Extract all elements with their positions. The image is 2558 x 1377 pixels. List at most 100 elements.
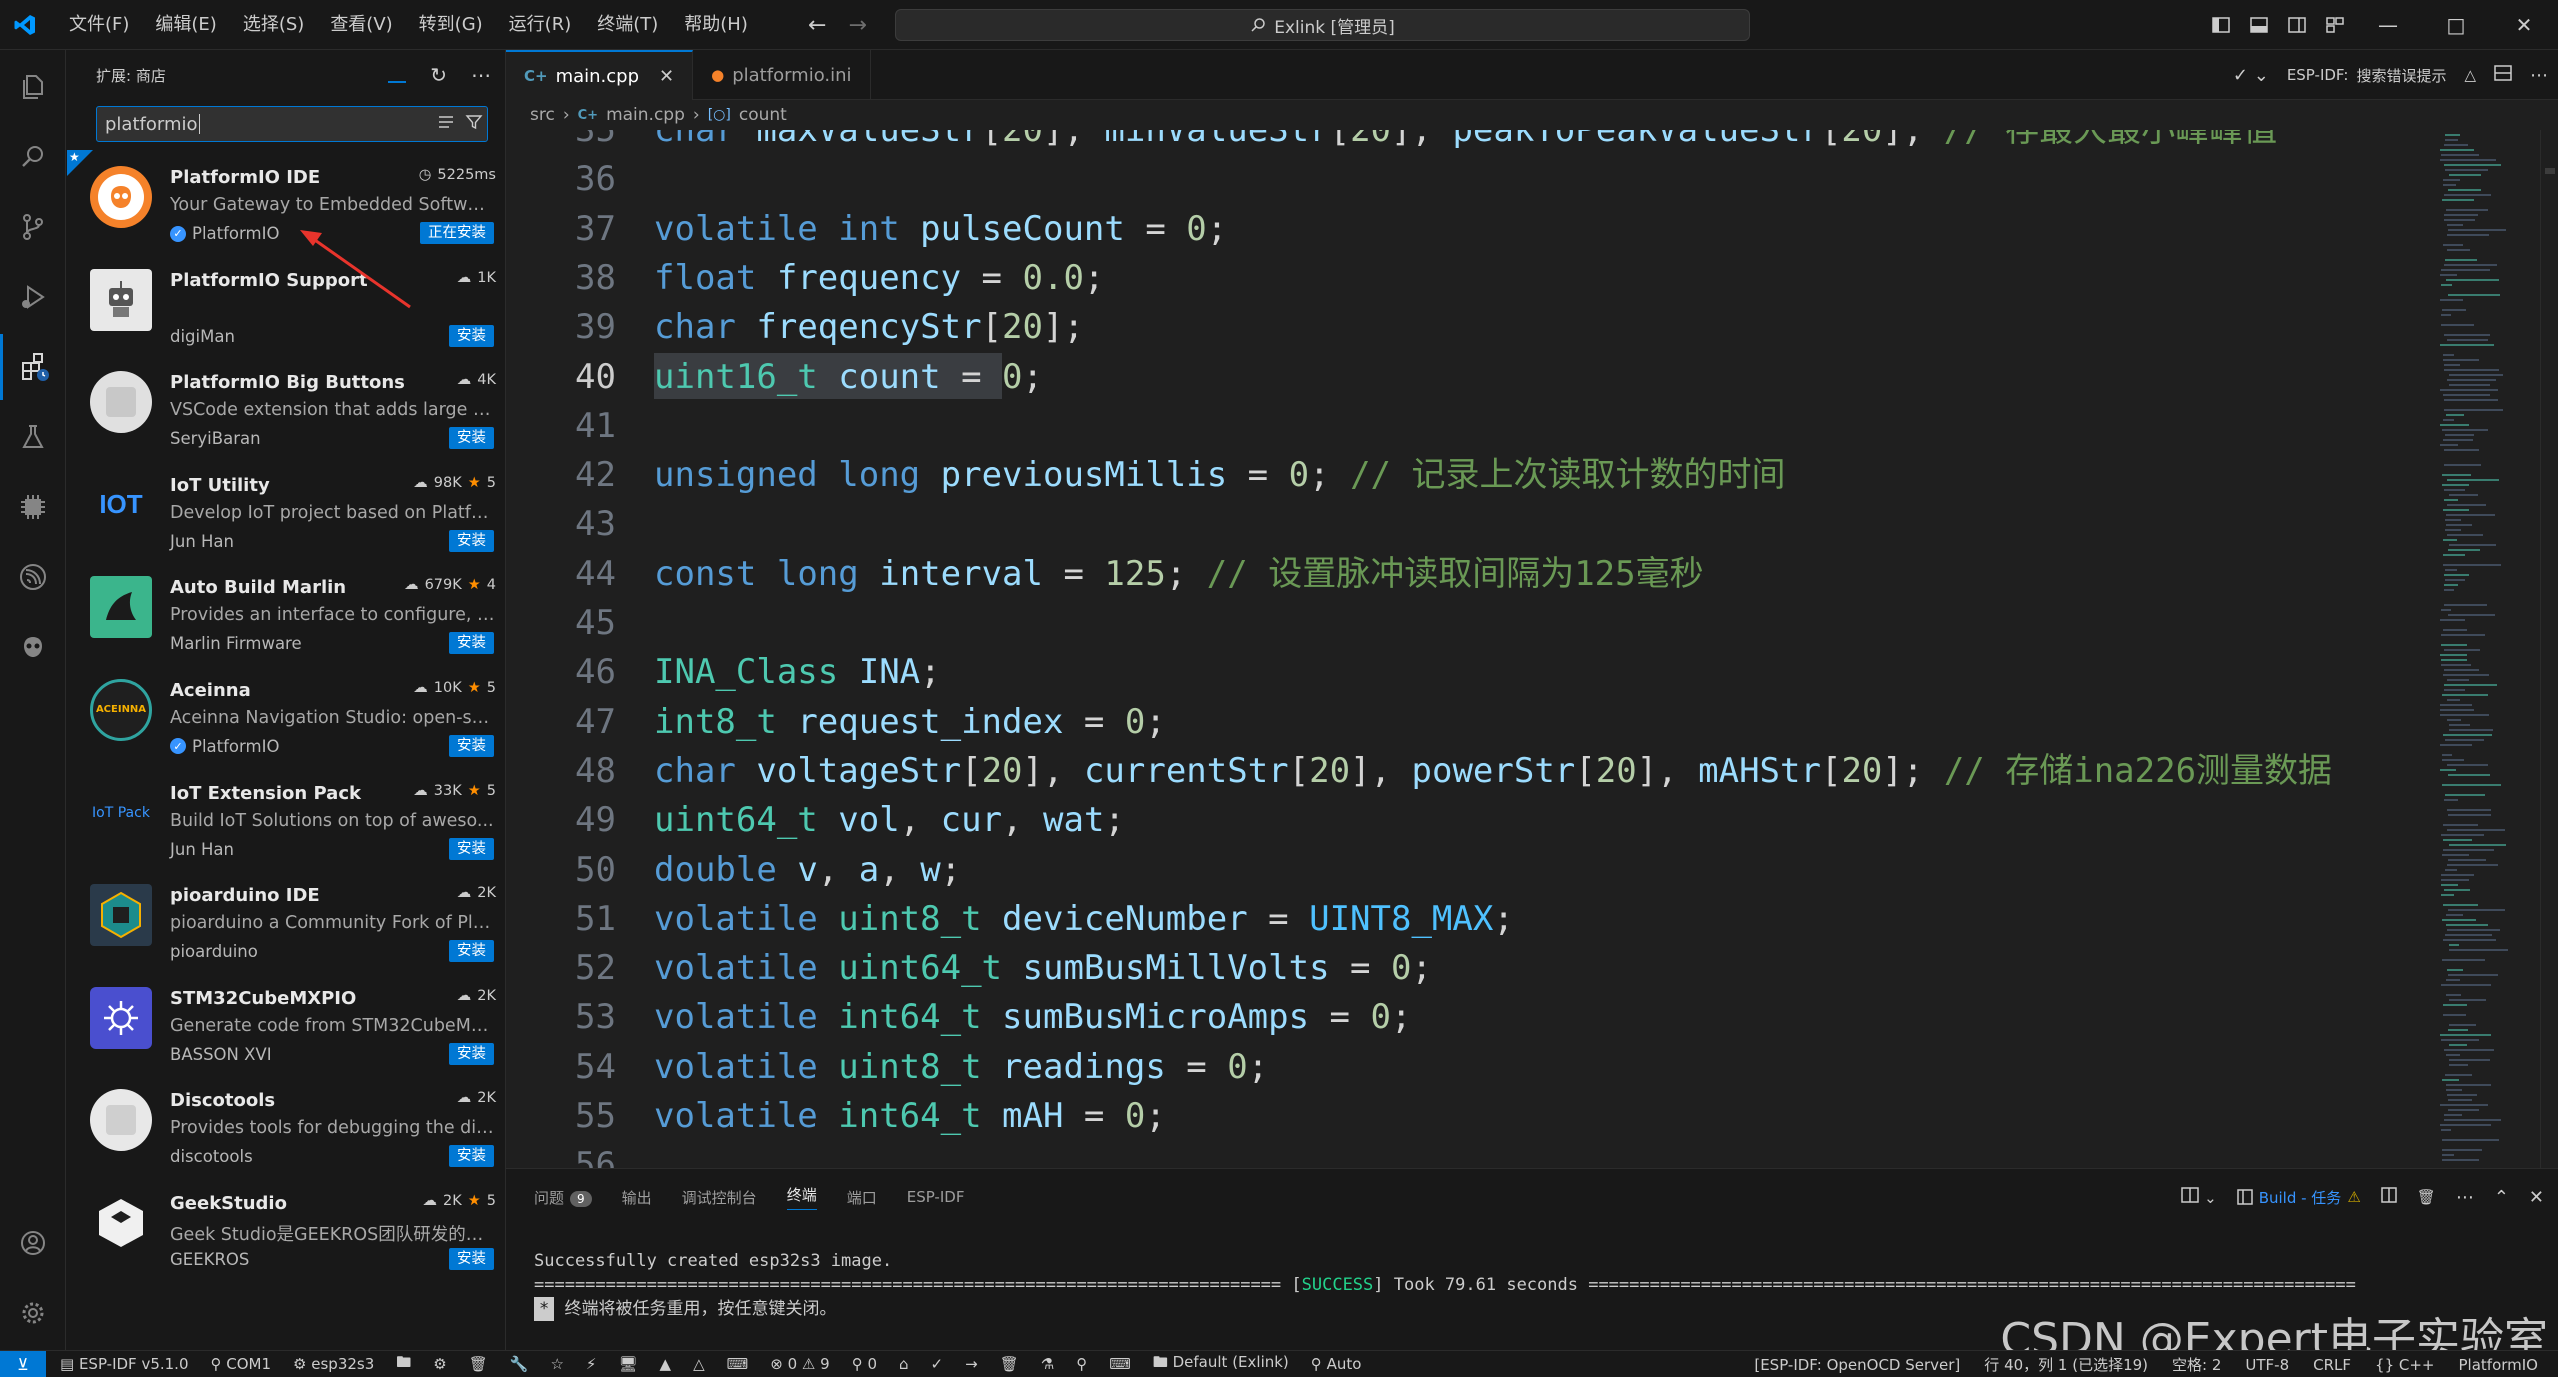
more-editor-actions-icon[interactable]: ⋯: [2530, 65, 2548, 86]
vertical-scrollbar[interactable]: [2540, 130, 2558, 1168]
code-line[interactable]: 43: [506, 500, 2436, 548]
install-button[interactable]: 安装: [449, 1145, 494, 1168]
target-chip[interactable]: ⚙ esp32s3: [293, 1355, 374, 1373]
search-view-icon[interactable]: [0, 124, 66, 190]
cursor-position[interactable]: 行 40，列 1 (已选择19): [1984, 1354, 2148, 1375]
flame-icon[interactable]: △: [693, 1355, 705, 1373]
extension-item[interactable]: pioarduino IDE pioarduino a Community For…: [66, 868, 506, 971]
platformio-alien-icon[interactable]: [0, 614, 66, 680]
code-line[interactable]: 46 INA_Class INA;: [506, 648, 2436, 696]
tab-debug-console[interactable]: 调试控制台: [682, 1187, 757, 1208]
breadcrumb-file[interactable]: main.cpp: [606, 105, 685, 125]
tab-terminal[interactable]: 终端: [786, 1184, 817, 1210]
code-line[interactable]: 44 const long interval = 125; // 设置脉冲读取间隔…: [506, 550, 2436, 598]
star-icon[interactable]: ☆: [550, 1355, 563, 1373]
extension-item[interactable]: IoT Pack IoT Extension Pack Build IoT Solu…: [66, 766, 506, 869]
search-error-hint-button[interactable]: 搜索错误提示: [2356, 65, 2446, 86]
install-button[interactable]: 正在安装: [420, 222, 494, 244]
extension-publisher[interactable]: GEEKROS: [170, 1250, 249, 1269]
extension-item[interactable]: Discotools Provides tools for debugging t…: [66, 1073, 506, 1176]
extension-publisher[interactable]: BASSON XVI: [170, 1045, 272, 1064]
code-line[interactable]: 47 int8_t request_index = 0;: [506, 698, 2436, 746]
problems-status[interactable]: ⊗ 0 ⚠ 9: [770, 1355, 829, 1373]
project-env[interactable]: 🖿 Default (Exlink): [1153, 1352, 1289, 1377]
language-mode[interactable]: {} C++: [2375, 1356, 2434, 1374]
breadcrumb-symbol[interactable]: count: [739, 105, 787, 125]
extension-publisher[interactable]: digiMan: [170, 327, 235, 346]
menu-item[interactable]: 查看(V): [317, 0, 405, 50]
code-line[interactable]: 48 char voltageStr[20], currentStr[20], p…: [506, 747, 2436, 795]
task-terminal-selector[interactable]: Build - 任务 ⚠: [2236, 1187, 2361, 1208]
trash-icon[interactable]: 🗑: [469, 1355, 488, 1373]
code-line[interactable]: 53 volatile int64_t sumBusMicroAmps = 0;: [506, 993, 2436, 1041]
ports-status[interactable]: ⚲ 0: [852, 1355, 877, 1373]
code-line[interactable]: 50 double v, a, w;: [506, 846, 2436, 894]
close-tab-icon[interactable]: ✕: [659, 66, 674, 87]
extension-item[interactable]: PlatformIO Support digiMan ☁ 1K 安装: [66, 253, 506, 356]
tab-ports[interactable]: 端口: [847, 1187, 877, 1208]
terminal-icon[interactable]: ⌨: [727, 1355, 749, 1373]
tab-problems[interactable]: 问题 9: [534, 1187, 592, 1208]
maximize-panel-icon[interactable]: ⌃: [2494, 1187, 2509, 1208]
remote-indicator-icon[interactable]: ⊻: [0, 1350, 46, 1377]
esp-idf-chip-icon[interactable]: [0, 474, 66, 540]
install-button[interactable]: 安装: [449, 837, 494, 860]
code-line[interactable]: 55 volatile int64_t mAH = 0;: [506, 1092, 2436, 1140]
code-line[interactable]: 40 uint16_t count = 0;: [506, 352, 2436, 401]
explorer-icon[interactable]: [0, 54, 66, 120]
install-button[interactable]: 安装: [449, 1042, 494, 1065]
code-line[interactable]: 45: [506, 599, 2436, 647]
wrench-icon[interactable]: 🔧: [510, 1355, 529, 1373]
code-line[interactable]: 49 uint64_t vol, cur, wat;: [506, 796, 2436, 844]
flash-monitor-icon[interactable]: ▲: [660, 1355, 672, 1373]
extension-publisher[interactable]: ✓ PlatformIO: [170, 737, 279, 756]
tab-main-cpp[interactable]: C+ main.cpp ✕: [506, 50, 694, 100]
auto-port[interactable]: ⚲ Auto: [1311, 1355, 1362, 1373]
line-ending[interactable]: CRLF: [2313, 1356, 2351, 1374]
install-button[interactable]: 安装: [449, 734, 494, 757]
extension-publisher[interactable]: Marlin Firmware: [170, 634, 302, 653]
serial-plug-icon[interactable]: ⚲: [1076, 1355, 1087, 1373]
flash-icon[interactable]: ⚡: [586, 1355, 597, 1373]
menu-item[interactable]: 编辑(E): [142, 0, 229, 50]
extension-item[interactable]: ★ PlatformIO IDE Your Gateway to Embedded …: [66, 150, 506, 253]
test-flask-icon[interactable]: ⚗: [1041, 1355, 1054, 1373]
code-line[interactable]: 35 char maxValueStr[20], minValueStr[20],…: [506, 130, 2436, 154]
toggle-sidebar-icon[interactable]: [2202, 17, 2240, 33]
code-line[interactable]: 42 unsigned long previousMillis = 0; // 记…: [506, 451, 2436, 499]
check-icon[interactable]: ✓ ⌄: [2233, 65, 2269, 86]
extension-item[interactable]: PlatformIO Big Buttons VSCode extension t…: [66, 355, 506, 458]
tab-platformio-ini[interactable]: ● platformio.ini: [693, 50, 871, 100]
testing-icon[interactable]: [0, 404, 66, 470]
run-debug-icon[interactable]: [0, 264, 66, 330]
clear-filter-icon[interactable]: [437, 114, 455, 135]
install-button[interactable]: 安装: [449, 1247, 494, 1270]
code-line[interactable]: 38 float frequency = 0.0;: [506, 254, 2436, 302]
accounts-icon[interactable]: [0, 1210, 66, 1276]
refresh-icon[interactable]: ↻: [430, 63, 447, 87]
customize-layout-icon[interactable]: [2316, 17, 2354, 33]
toggle-maximize-icon[interactable]: [2381, 1187, 2397, 1207]
extension-publisher[interactable]: discotools: [170, 1147, 253, 1166]
kill-terminal-icon[interactable]: 🗑: [2417, 1188, 2436, 1206]
code-line[interactable]: 37 volatile int pulseCount = 0;: [506, 205, 2436, 253]
code-line[interactable]: 56: [506, 1141, 2436, 1168]
menu-item[interactable]: 终端(T): [584, 0, 671, 50]
close-panel-icon[interactable]: ✕: [2529, 1187, 2544, 1208]
extension-item[interactable]: GeekStudio Geek Studio是GEEKROS团队研发的一... GE…: [66, 1176, 506, 1279]
clean-trash-icon[interactable]: 🗑: [1000, 1355, 1019, 1373]
home-icon[interactable]: ⌂: [899, 1355, 909, 1373]
code-line[interactable]: 54 volatile uint8_t readings = 0;: [506, 1043, 2436, 1091]
extension-publisher[interactable]: Jun Han: [170, 840, 234, 859]
config-gear-icon[interactable]: ⚙: [433, 1355, 446, 1373]
espressif-icon[interactable]: [0, 544, 66, 610]
more-panel-actions-icon[interactable]: ⋯: [2456, 1187, 2474, 1208]
toggle-panel-icon[interactable]: [2240, 17, 2278, 33]
tab-esp-idf[interactable]: ESP-IDF: [907, 1188, 965, 1206]
breadcrumb-folder[interactable]: src: [530, 105, 555, 125]
pio-terminal-icon[interactable]: ⌨: [1109, 1355, 1131, 1373]
openocd-server[interactable]: [ESP-IDF: OpenOCD Server]: [1754, 1356, 1960, 1374]
settings-gear-icon[interactable]: [0, 1280, 66, 1346]
command-center[interactable]: Exlink [管理员]: [895, 9, 1750, 41]
split-terminal-icon[interactable]: ⌄: [2181, 1187, 2217, 1207]
